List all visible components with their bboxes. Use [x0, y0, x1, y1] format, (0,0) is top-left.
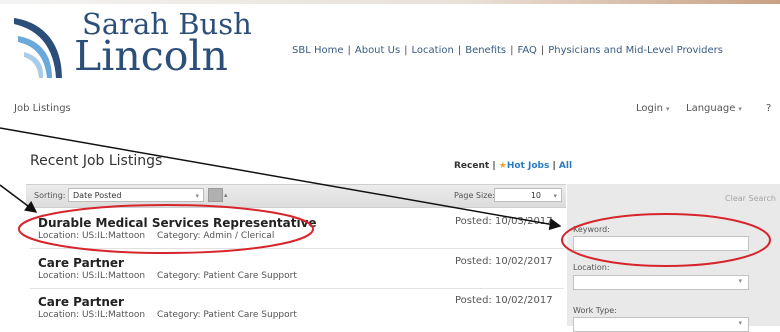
- logo-swoosh-icon: [14, 18, 62, 78]
- nav-link-sbl-home[interactable]: SBL Home: [292, 45, 344, 56]
- chevron-down-icon: ▾: [553, 192, 557, 200]
- language-label: Language: [686, 103, 736, 114]
- location-select[interactable]: ▾: [573, 275, 749, 290]
- logo-text-line2: Lincoln: [74, 32, 228, 80]
- sorting-value: Date Posted: [73, 191, 122, 200]
- nav-separator: |: [510, 45, 514, 56]
- job-location: Location: US:IL:Mattoon: [38, 271, 146, 281]
- nav-link-location[interactable]: Location: [412, 45, 454, 56]
- filter-all[interactable]: All: [559, 161, 572, 171]
- top-navigation: SBL Home | About Us | Location | Benefits | FAQ |…: [292, 45, 723, 56]
- job-category: Category: Patient Care Support: [157, 310, 297, 320]
- chevron-down-icon: ▾: [738, 277, 742, 285]
- listing-filters: Recent | ★Hot Jobs | All: [454, 161, 572, 171]
- page-size-label: Page Size:: [454, 191, 496, 200]
- login-menu[interactable]: Login ▾: [636, 103, 670, 114]
- chevron-down-icon: ▾: [738, 105, 742, 113]
- sort-direction-arrow-icon[interactable]: ▴: [224, 191, 228, 199]
- nav-link-about-us[interactable]: About Us: [355, 45, 400, 56]
- keyword-label: Keyword:: [573, 225, 610, 234]
- work-type-select[interactable]: ▾: [573, 317, 749, 332]
- filter-separator: |: [552, 161, 556, 171]
- sorting-label: Sorting:: [34, 191, 66, 200]
- job-posted-date: Posted: 10/02/2017: [455, 256, 553, 267]
- nav-separator: |: [457, 45, 462, 56]
- work-type-label: Work Type:: [573, 306, 617, 315]
- nav-link-benefits[interactable]: Benefits: [465, 45, 506, 56]
- job-category: Category: Patient Care Support: [157, 271, 297, 281]
- job-location: Location: US:IL:Mattoon: [38, 310, 146, 320]
- chevron-down-icon: ▾: [665, 105, 670, 113]
- filter-separator: |: [492, 161, 496, 171]
- nav-separator: |: [404, 45, 408, 56]
- sorting-select[interactable]: Date Posted ▾: [68, 188, 204, 202]
- language-menu[interactable]: Language ▾: [686, 103, 742, 114]
- star-icon: ★: [498, 161, 507, 171]
- page-label: Job Listings: [14, 103, 71, 114]
- keyword-input[interactable]: [573, 236, 749, 251]
- location-label: Location:: [573, 263, 610, 272]
- job-location: Location: US:IL:Mattoon: [38, 231, 146, 241]
- job-posted-date: Posted: 10/03/2017: [455, 216, 553, 227]
- clear-search-link[interactable]: Clear Search: [725, 194, 776, 203]
- row-divider: [30, 248, 564, 249]
- listing-heading: Recent Job Listings: [30, 153, 163, 169]
- nav-link-physicians[interactable]: Physicians and Mid-Level Providers: [548, 45, 723, 56]
- help-button[interactable]: ?: [766, 103, 771, 114]
- job-posted-date: Posted: 10/02/2017: [455, 295, 553, 306]
- job-category: Category: Admin / Clerical: [157, 231, 275, 241]
- annotation-arrow: [0, 127, 562, 231]
- top-accent-bar: [0, 0, 780, 4]
- filter-hot-jobs[interactable]: Hot Jobs: [507, 161, 549, 171]
- page-size-value: 10: [530, 191, 541, 200]
- nav-separator: |: [347, 45, 351, 56]
- page-size-select[interactable]: 10 ▾: [494, 188, 562, 202]
- search-sidebar: [567, 184, 780, 326]
- login-label: Login: [636, 103, 663, 114]
- row-divider: [30, 288, 564, 289]
- filter-recent[interactable]: Recent: [454, 161, 489, 171]
- sort-direction-button[interactable]: [208, 188, 223, 202]
- sort-toolbar: Sorting: Date Posted ▾ ▴ Page Size: 10 ▾: [26, 184, 566, 208]
- chevron-down-icon: ▾: [195, 192, 199, 200]
- nav-link-faq[interactable]: FAQ: [518, 45, 537, 56]
- nav-separator: |: [540, 45, 545, 56]
